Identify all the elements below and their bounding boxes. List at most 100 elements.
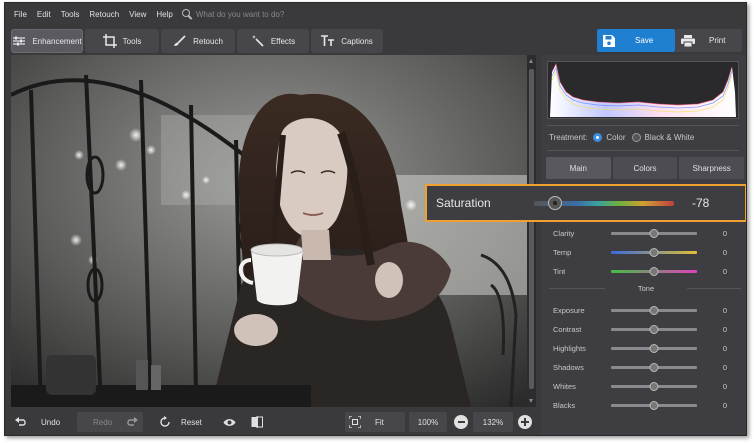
shadows-slider[interactable] xyxy=(611,362,697,372)
redo-icon xyxy=(127,417,139,426)
fit-label: Fit xyxy=(375,417,384,427)
reset-label: Reset xyxy=(181,417,202,427)
redo-button[interactable]: Redo xyxy=(77,412,143,432)
tint-slider-row: Tint 0 xyxy=(553,264,743,278)
highlights-label: Highlights xyxy=(553,343,586,353)
whites-value: 0 xyxy=(722,381,727,391)
treatment-color-label[interactable]: Color xyxy=(606,133,625,142)
menu-help[interactable]: Help xyxy=(151,10,177,19)
zoom-in-icon[interactable] xyxy=(518,415,532,429)
tone-divider-right xyxy=(687,288,741,289)
shadows-value: 0 xyxy=(722,362,727,372)
menu-retouch[interactable]: Retouch xyxy=(84,10,124,19)
saturation-value: -78 xyxy=(692,196,710,210)
clarity-slider-row: Clarity 0 xyxy=(553,226,743,240)
menu-file[interactable]: File xyxy=(9,10,32,19)
brush-icon xyxy=(174,35,186,46)
exposure-label: Exposure xyxy=(553,305,585,315)
temp-knob[interactable] xyxy=(649,247,659,257)
reset-button[interactable]: Reset xyxy=(155,412,215,432)
treatment-bw-label[interactable]: Black & White xyxy=(645,133,695,142)
exposure-slider-row: Exposure 0 xyxy=(553,303,743,317)
tab-captions[interactable]: Captions xyxy=(311,29,383,53)
scrollbar-thumb[interactable] xyxy=(529,69,534,389)
eye-icon xyxy=(223,418,236,426)
tab-enhancement[interactable]: Enhancement xyxy=(11,29,83,53)
fit-button[interactable]: Fit xyxy=(345,412,405,432)
exposure-value: 0 xyxy=(722,305,727,315)
search-box xyxy=(181,8,326,20)
photo-image xyxy=(11,55,531,407)
highlights-value: 0 xyxy=(722,343,727,353)
menu-view[interactable]: View xyxy=(124,10,151,19)
clarity-knob[interactable] xyxy=(649,228,659,238)
tint-value: 0 xyxy=(722,266,727,276)
menu-edit[interactable]: Edit xyxy=(32,10,56,19)
whites-slider[interactable] xyxy=(611,381,697,391)
preview-button[interactable] xyxy=(223,412,239,432)
highlights-slider[interactable] xyxy=(611,343,697,353)
minus-glyph xyxy=(457,421,465,423)
tab-main[interactable]: Main xyxy=(546,157,611,179)
clarity-label: Clarity xyxy=(553,228,575,238)
histogram-graph xyxy=(550,62,736,117)
tone-divider-left xyxy=(549,288,605,289)
zoom-out-icon[interactable] xyxy=(454,415,468,429)
tint-slider[interactable] xyxy=(611,266,697,276)
treatment-color-radio[interactable] xyxy=(593,133,603,142)
blacks-slider[interactable] xyxy=(611,400,697,410)
shadows-knob[interactable] xyxy=(649,362,659,372)
panel-divider xyxy=(547,150,739,151)
tab-sharpness[interactable]: Sharpness xyxy=(679,157,745,179)
zoom-actual-button[interactable]: 100% xyxy=(409,412,447,432)
tab-tools[interactable]: Tools xyxy=(85,29,159,53)
contrast-slider-row: Contrast 0 xyxy=(553,322,743,336)
saturation-slider[interactable] xyxy=(534,195,674,210)
blacks-value: 0 xyxy=(722,400,727,410)
highlights-knob[interactable] xyxy=(649,343,659,353)
treatment-bw-radio[interactable] xyxy=(631,133,641,142)
blacks-slider-row: Blacks 0 xyxy=(553,398,743,412)
adjustments-panel: Treatment: Color Black & White Main Colo… xyxy=(541,55,746,435)
print-button[interactable]: Print xyxy=(675,29,742,52)
scroll-down-icon[interactable] xyxy=(529,399,533,403)
whites-label: Whites xyxy=(553,381,576,391)
compare-button[interactable] xyxy=(251,412,267,432)
save-label: Save xyxy=(635,36,654,45)
compare-icon xyxy=(251,416,263,428)
save-button[interactable]: Save xyxy=(597,29,675,52)
undo-button[interactable]: Undo xyxy=(11,412,73,432)
temp-value: 0 xyxy=(722,247,727,257)
tint-knob[interactable] xyxy=(649,266,659,276)
menu-bar: File Edit Tools Retouch View Help xyxy=(5,3,746,25)
exposure-knob[interactable] xyxy=(649,305,659,315)
contrast-knob[interactable] xyxy=(649,324,659,334)
main-toolbar: Enhancement Tools Retouch Effects Captio… xyxy=(5,27,746,55)
tab-enhancement-label: Enhancement xyxy=(32,36,82,46)
exposure-slider[interactable] xyxy=(611,305,697,315)
search-input[interactable] xyxy=(195,9,326,19)
whites-knob[interactable] xyxy=(649,381,659,391)
temp-label: Temp xyxy=(553,247,572,257)
blacks-knob[interactable] xyxy=(649,400,659,410)
fit-screen-icon xyxy=(349,416,361,428)
canvas-scrollbar[interactable] xyxy=(527,55,536,407)
scroll-up-icon[interactable] xyxy=(529,59,533,63)
magic-wand-icon xyxy=(251,35,264,47)
saturation-knob[interactable] xyxy=(548,195,562,210)
bottom-toolbar: Undo Redo Reset Fit 100% 132% xyxy=(5,407,541,435)
tab-effects[interactable]: Effects xyxy=(237,29,309,53)
clarity-slider[interactable] xyxy=(611,228,697,238)
adjustment-tabs: Main Colors Sharpness xyxy=(545,157,745,179)
print-label: Print xyxy=(709,36,726,45)
temp-slider[interactable] xyxy=(611,247,697,257)
tab-colors[interactable]: Colors xyxy=(612,157,678,179)
menu-tools[interactable]: Tools xyxy=(56,10,85,19)
plus-glyph xyxy=(521,418,529,426)
zoom-level-field[interactable]: 132% xyxy=(473,412,513,432)
contrast-slider[interactable] xyxy=(611,324,697,334)
panel-divider xyxy=(547,125,739,126)
photo-canvas[interactable] xyxy=(11,55,531,407)
tab-retouch[interactable]: Retouch xyxy=(161,29,235,53)
contrast-label: Contrast xyxy=(553,324,582,334)
